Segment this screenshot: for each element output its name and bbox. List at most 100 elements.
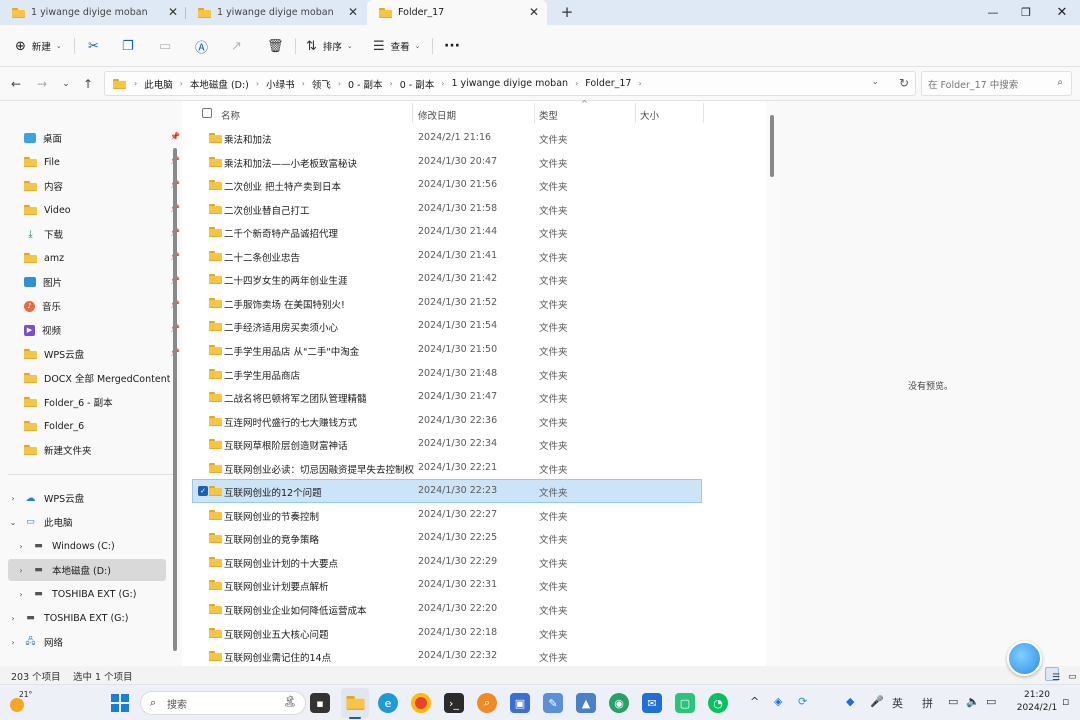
sidebar-item-folder6[interactable]: Folder_6: [24, 415, 182, 437]
sidebar-scrollbar[interactable]: [173, 148, 177, 651]
column-type[interactable]: 类型: [539, 108, 558, 122]
breadcrumb-item[interactable]: 领飞: [312, 77, 331, 91]
tree-item-drive-d[interactable]: › ▬ 本地磁盘 (D:): [8, 559, 166, 581]
chevron-right-icon[interactable]: ›: [8, 494, 18, 503]
sidebar-item-folder6-copy[interactable]: Folder_6 - 副本: [24, 391, 182, 413]
battery-icon[interactable]: ▭: [986, 695, 996, 708]
tray-security-icon[interactable]: ◆: [846, 695, 854, 708]
breadcrumb-item[interactable]: 1 yiwange diyige moban: [451, 78, 568, 89]
refresh-icon[interactable]: ↻: [899, 76, 909, 90]
table-row[interactable]: 互联网创业的节奏控制 2024/1/30 22:27 文件夹: [193, 504, 701, 526]
share-button[interactable]: ↗: [231, 36, 248, 56]
table-row[interactable]: 互联网创业必读：切忌因融资提早失去控制权 2024/1/30 22:21 文件夹: [193, 457, 701, 479]
breadcrumb-item[interactable]: 此电脑: [144, 77, 173, 91]
tree-item-wps-cloud[interactable]: › ☁ WPS云盘: [8, 487, 166, 509]
recent-locations-button[interactable]: ⌄: [57, 75, 75, 93]
system-clock[interactable]: 21:20 2024/2/1: [1012, 689, 1062, 715]
address-history-chevron-icon[interactable]: ⌄: [871, 77, 879, 87]
sidebar-item-new-folder[interactable]: 新建文件夹: [24, 439, 182, 461]
breadcrumb-item[interactable]: Folder_17: [585, 78, 631, 89]
scrollbar-thumb[interactable]: [770, 115, 774, 177]
weather-widget[interactable]: 21°: [8, 689, 32, 717]
copy-button[interactable]: ❐: [122, 36, 140, 56]
table-row[interactable]: 乘法和加法 2024/2/1 21:16 文件夹: [193, 127, 701, 149]
address-bar[interactable]: › 此电脑 › 本地磁盘 (D:) › 小绿书 › 领飞 › 0 - 副本 › …: [104, 71, 916, 96]
delete-button[interactable]: 🗑: [267, 36, 290, 56]
table-row[interactable]: 互联网创业的竞争策略 2024/1/30 22:25 文件夹: [193, 527, 701, 549]
sidebar-item-desktop[interactable]: 桌面 📌: [24, 127, 182, 149]
select-all-checkbox[interactable]: [202, 108, 212, 118]
chevron-right-icon[interactable]: ›: [16, 542, 26, 551]
breadcrumb-item[interactable]: 本地磁盘 (D:): [190, 77, 249, 91]
tree-item-drive-c[interactable]: › ▬ Windows (C:): [8, 535, 166, 557]
maximize-button[interactable]: ❐: [1008, 0, 1044, 25]
table-row[interactable]: 二战名将巴顿将军之团队管理精髓 2024/1/30 21:47 文件夹: [193, 386, 701, 408]
tree-item-this-pc[interactable]: ⌄ ▭ 此电脑: [8, 511, 166, 533]
tray-app-icon[interactable]: ◈: [774, 695, 782, 708]
table-row[interactable]: 二手经济适用房买卖须小心 2024/1/30 21:54 文件夹: [193, 315, 701, 337]
search-tool-icon[interactable]: ⌕: [477, 693, 497, 713]
tree-item-drive-g[interactable]: › ▬ TOSHIBA EXT (G:): [8, 583, 166, 605]
minimize-button[interactable]: —: [975, 0, 1011, 25]
browser-2-icon[interactable]: ◉: [609, 693, 629, 713]
microphone-icon[interactable]: 🎤: [870, 695, 884, 708]
task-view-icon[interactable]: ▪: [310, 693, 330, 713]
tab-active[interactable]: Folder_17 ✕: [367, 0, 547, 25]
column-date[interactable]: 修改日期: [418, 108, 456, 122]
sync-icon[interactable]: ⟳: [798, 695, 807, 708]
back-button[interactable]: ←: [7, 75, 25, 93]
wechat-icon[interactable]: ◔: [708, 693, 728, 713]
volume-icon[interactable]: 🔈: [966, 695, 980, 708]
chevron-down-icon[interactable]: ⌄: [8, 518, 18, 527]
sidebar-item-wps-cloud[interactable]: WPS云盘 📌: [24, 343, 182, 365]
edge-icon[interactable]: e: [378, 693, 398, 713]
row-checkbox[interactable]: ✓: [198, 486, 208, 497]
view-button[interactable]: ☰ 查看 ⌄: [373, 36, 421, 56]
table-row[interactable]: 二十二条创业忠告 2024/1/30 21:41 文件夹: [193, 245, 701, 267]
close-icon[interactable]: ✕: [168, 5, 178, 19]
sidebar-item-video-folder[interactable]: Video 📌: [24, 199, 182, 221]
breadcrumb-item[interactable]: 小绿书: [266, 77, 295, 91]
table-row[interactable]: 二次创业替自己打工 2024/1/30 21:58 文件夹: [193, 198, 701, 220]
sidebar-item-downloads[interactable]: ⤓ 下载 📌: [24, 223, 182, 245]
chevron-right-icon[interactable]: ›: [8, 614, 18, 623]
file-explorer-taskbar-icon[interactable]: [345, 693, 365, 713]
tree-item-drive-g-root[interactable]: › ▬ TOSHIBA EXT (G:): [8, 607, 166, 629]
table-row[interactable]: 互联网创业计划要点解析 2024/1/30 22:31 文件夹: [193, 574, 701, 596]
breadcrumb-item[interactable]: 0 - 副本: [400, 77, 435, 91]
sidebar-item-amz[interactable]: amz 📌: [24, 247, 182, 269]
taskbar-search[interactable]: ⌕ 搜索 🏝: [140, 691, 306, 715]
mail-icon[interactable]: ✉: [642, 693, 662, 713]
column-size[interactable]: 大小: [640, 108, 659, 122]
table-row[interactable]: 二手服饰卖场 在美国特别火! 2024/1/30 21:52 文件夹: [193, 292, 701, 314]
table-row[interactable]: 二千个新奇特产品诚招代理 2024/1/30 21:44 文件夹: [193, 221, 701, 243]
rename-button[interactable]: Ⓐ: [195, 36, 214, 56]
start-button[interactable]: [110, 693, 130, 713]
table-row[interactable]: 互连网时代盛行的七大赚钱方式 2024/1/30 22:36 文件夹: [193, 410, 701, 432]
table-row[interactable]: 二手学生用品店 从"二手"中淘金 2024/1/30 21:50 文件夹: [193, 339, 701, 361]
chevron-right-icon[interactable]: ›: [8, 638, 18, 647]
chevron-right-icon[interactable]: ›: [16, 566, 26, 575]
more-options-button[interactable]: ···: [444, 36, 460, 56]
cut-button[interactable]: ✂: [88, 36, 105, 56]
floating-assistant-ball[interactable]: [1007, 641, 1042, 676]
sidebar-item-music[interactable]: ♪ 音乐 📌: [24, 295, 182, 317]
forward-button[interactable]: →: [33, 75, 51, 93]
table-row[interactable]: 互联网创业五大核心问题 2024/1/30 22:18 文件夹: [193, 622, 701, 644]
app-green-icon[interactable]: ▢: [675, 693, 695, 713]
table-row[interactable]: 二十四岁女生的两年创业生涯 2024/1/30 21:42 文件夹: [193, 268, 701, 290]
close-icon[interactable]: ✕: [529, 5, 539, 19]
tab-2[interactable]: 1 yiwange diyige moban ✕: [186, 0, 366, 25]
chevron-right-icon[interactable]: ›: [16, 590, 26, 599]
table-row[interactable]: 互联网创业企业如何降低运营成本 2024/1/30 22:20 文件夹: [193, 598, 701, 620]
breadcrumb-item[interactable]: 0 - 副本: [348, 77, 383, 91]
close-icon[interactable]: ✕: [348, 5, 358, 19]
close-window-button[interactable]: ✕: [1044, 0, 1080, 25]
sort-button[interactable]: ⇅ 排序 ⌄: [306, 36, 353, 56]
chrome-icon[interactable]: [411, 693, 431, 713]
ime-language[interactable]: 英: [892, 695, 903, 711]
display-icon[interactable]: ▭: [948, 695, 958, 708]
table-row[interactable]: 乘法和加法——小老板致富秘诀 2024/1/30 20:47 文件夹: [193, 151, 701, 173]
terminal-icon[interactable]: ›_: [444, 693, 464, 713]
sidebar-item-pictures[interactable]: 图片 📌: [24, 271, 182, 293]
